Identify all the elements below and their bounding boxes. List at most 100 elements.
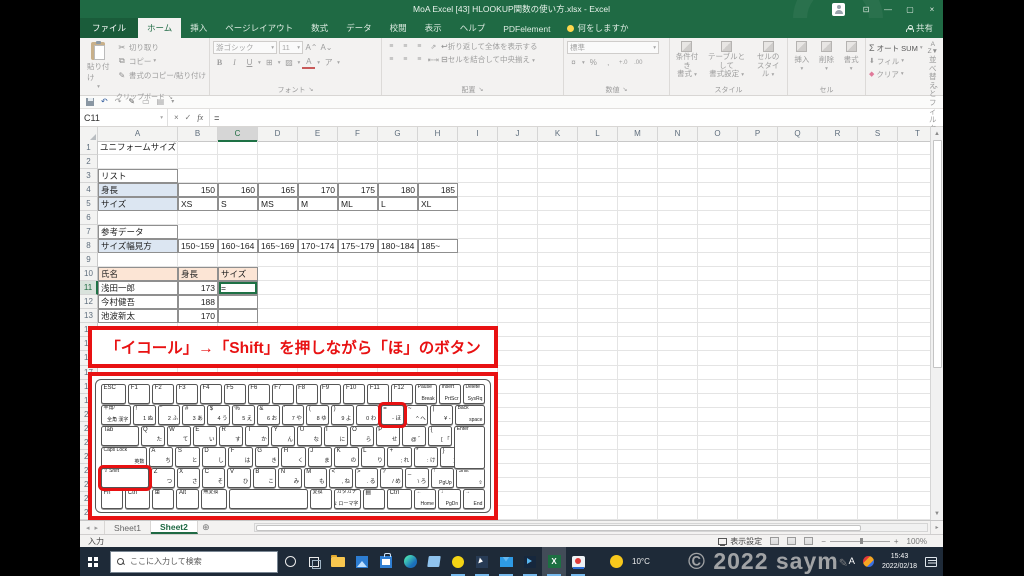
cell-S22[interactable] — [858, 435, 898, 450]
ribbon-tab-3[interactable]: 挿入 — [181, 18, 216, 38]
cell-A2[interactable] — [98, 155, 178, 170]
cell-I12[interactable] — [458, 295, 498, 310]
align-center-icon[interactable]: ≡ — [399, 56, 411, 63]
cell-P10[interactable] — [738, 267, 778, 282]
row-header-9[interactable]: 9 — [80, 253, 98, 268]
align-bottom-icon[interactable]: ≡ — [413, 43, 425, 50]
cell-M13[interactable] — [618, 309, 658, 324]
cell-A7[interactable]: 参考データ — [98, 225, 178, 240]
cell-Q23[interactable] — [778, 449, 818, 464]
cell-O12[interactable] — [698, 295, 738, 310]
cell-N2[interactable] — [658, 155, 698, 170]
row-header-1[interactable]: 1 — [80, 141, 98, 156]
cell-S15[interactable] — [858, 337, 898, 352]
cell-R2[interactable] — [818, 155, 858, 170]
scroll-right-icon[interactable]: ▸ — [930, 521, 943, 534]
file-explorer-button[interactable] — [326, 547, 350, 576]
cell-K19[interactable] — [538, 393, 578, 408]
cell-S18[interactable] — [858, 379, 898, 394]
cell-R10[interactable] — [818, 267, 858, 282]
cell-Q13[interactable] — [778, 309, 818, 324]
borders-button[interactable]: ⊞ — [263, 56, 276, 69]
cell-I3[interactable] — [458, 169, 498, 184]
cell-R14[interactable] — [818, 323, 858, 338]
cell-I9[interactable] — [458, 253, 498, 268]
cell-N14[interactable] — [658, 323, 698, 338]
ribbon-tab-1[interactable]: ファイル — [80, 18, 139, 38]
cell-M11[interactable] — [618, 281, 658, 296]
insert-cells-button[interactable]: 挿入 ▾ — [791, 40, 812, 73]
cell-B7[interactable] — [178, 225, 218, 240]
cortana-button[interactable] — [278, 547, 302, 576]
cell-Q12[interactable] — [778, 295, 818, 310]
cell-N16[interactable] — [658, 351, 698, 366]
cell-N7[interactable] — [658, 225, 698, 240]
column-header-M[interactable]: M — [618, 127, 658, 142]
cell-S7[interactable] — [858, 225, 898, 240]
cell-L4[interactable] — [578, 183, 618, 198]
underline-button[interactable]: U — [243, 56, 256, 69]
cell-Q22[interactable] — [778, 435, 818, 450]
cell-M8[interactable] — [618, 239, 658, 254]
cell-G6[interactable] — [378, 211, 418, 226]
cell-O1[interactable] — [698, 141, 738, 156]
cell-Q4[interactable] — [778, 183, 818, 198]
excel-taskbar-button[interactable]: X — [542, 547, 566, 576]
cell-styles-button[interactable]: セルの スタイル ▾ — [752, 40, 784, 80]
zoom-in-icon[interactable]: + — [894, 537, 899, 546]
cell-N17[interactable] — [658, 365, 698, 380]
cell-I2[interactable] — [458, 155, 498, 170]
ribbon-tab-8[interactable]: 表示 — [416, 18, 451, 38]
column-header-H[interactable]: H — [418, 127, 458, 142]
cell-B3[interactable] — [178, 169, 218, 184]
column-header-R[interactable]: R — [818, 127, 858, 142]
cell-Q17[interactable] — [778, 365, 818, 380]
cell-J12[interactable] — [498, 295, 538, 310]
cell-H3[interactable] — [418, 169, 458, 184]
cell-C7[interactable] — [218, 225, 258, 240]
cell-R27[interactable] — [818, 505, 858, 520]
cell-E5[interactable]: M — [298, 197, 338, 212]
tell-me-box[interactable]: 何をしますか — [559, 18, 636, 38]
number-format-select[interactable]: 標準 ▾ — [567, 41, 659, 54]
align-top-icon[interactable]: ≡ — [385, 43, 397, 50]
column-header-C[interactable]: C — [218, 127, 258, 142]
cell-G3[interactable] — [378, 169, 418, 184]
cell-R13[interactable] — [818, 309, 858, 324]
cell-L20[interactable] — [578, 407, 618, 422]
save-icon[interactable] — [86, 98, 94, 106]
cell-M20[interactable] — [618, 407, 658, 422]
cell-M22[interactable] — [618, 435, 658, 450]
cell-H4[interactable]: 185 — [418, 183, 458, 198]
cell-O9[interactable] — [698, 253, 738, 268]
edge-button[interactable] — [398, 547, 422, 576]
cell-J13[interactable] — [498, 309, 538, 324]
select-all-corner[interactable] — [80, 127, 98, 142]
cell-H9[interactable] — [418, 253, 458, 268]
format-painter-button[interactable]: ✎ 書式のコピー/貼り付け — [117, 69, 206, 81]
cell-J11[interactable] — [498, 281, 538, 296]
cell-K27[interactable] — [538, 505, 578, 520]
cell-Q19[interactable] — [778, 393, 818, 408]
cell-O15[interactable] — [698, 337, 738, 352]
cell-A11[interactable]: 浅田一郎 — [98, 281, 178, 296]
cell-P11[interactable] — [738, 281, 778, 296]
cell-S14[interactable] — [858, 323, 898, 338]
cell-N23[interactable] — [658, 449, 698, 464]
cell-A4[interactable]: 身長 — [98, 183, 178, 198]
cell-F1[interactable] — [338, 141, 378, 156]
dialog-launcher-icon[interactable]: ↘ — [308, 86, 313, 93]
cell-J2[interactable] — [498, 155, 538, 170]
cell-F6[interactable] — [338, 211, 378, 226]
cell-O27[interactable] — [698, 505, 738, 520]
cell-N15[interactable] — [658, 337, 698, 352]
cell-R4[interactable] — [818, 183, 858, 198]
cell-F13[interactable] — [338, 309, 378, 324]
cell-L5[interactable] — [578, 197, 618, 212]
cell-B2[interactable] — [178, 155, 218, 170]
cell-A6[interactable] — [98, 211, 178, 226]
cell-J24[interactable] — [498, 463, 538, 478]
cell-L21[interactable] — [578, 421, 618, 436]
cell-K13[interactable] — [538, 309, 578, 324]
cell-F2[interactable] — [338, 155, 378, 170]
